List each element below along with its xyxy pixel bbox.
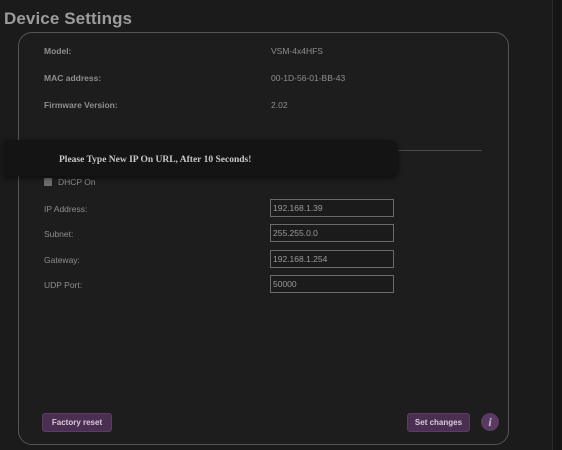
firmware-version-value: 2.02 (271, 100, 288, 110)
mac-address-value: 00-1D-56-01-BB-43 (271, 73, 346, 83)
ip-address-label: IP Address: (44, 204, 88, 214)
dhcp-label: DHCP On (58, 177, 96, 187)
subnet-input[interactable] (270, 224, 394, 242)
gateway-label: Gateway: (44, 255, 80, 265)
udp-port-label: UDP Port: (44, 280, 83, 290)
model-value: VSM-4x4HFS (271, 46, 323, 56)
ip-address-input[interactable] (270, 199, 394, 217)
section-divider (396, 150, 482, 151)
factory-reset-button[interactable]: Factory reset (42, 413, 112, 432)
set-changes-button[interactable]: Set changes (407, 413, 470, 432)
notification-toast: Please Type New IP On URL, After 10 Seco… (4, 140, 398, 176)
toast-message: Please Type New IP On URL, After 10 Seco… (59, 155, 252, 165)
info-icon[interactable]: i (481, 413, 499, 431)
mac-address-label: MAC address: (44, 73, 102, 83)
udp-port-input[interactable] (270, 275, 394, 293)
subnet-label: Subnet: (44, 229, 74, 239)
page-title: Device Settings (4, 9, 133, 28)
dhcp-toggle[interactable]: DHCP On (44, 177, 96, 187)
model-label: Model: (44, 46, 72, 56)
scrollbar-strip[interactable] (552, 0, 562, 450)
settings-panel (18, 32, 509, 445)
checkbox-icon[interactable] (44, 178, 52, 186)
firmware-version-label: Firmware Version: (44, 100, 118, 110)
gateway-input[interactable] (270, 250, 394, 268)
